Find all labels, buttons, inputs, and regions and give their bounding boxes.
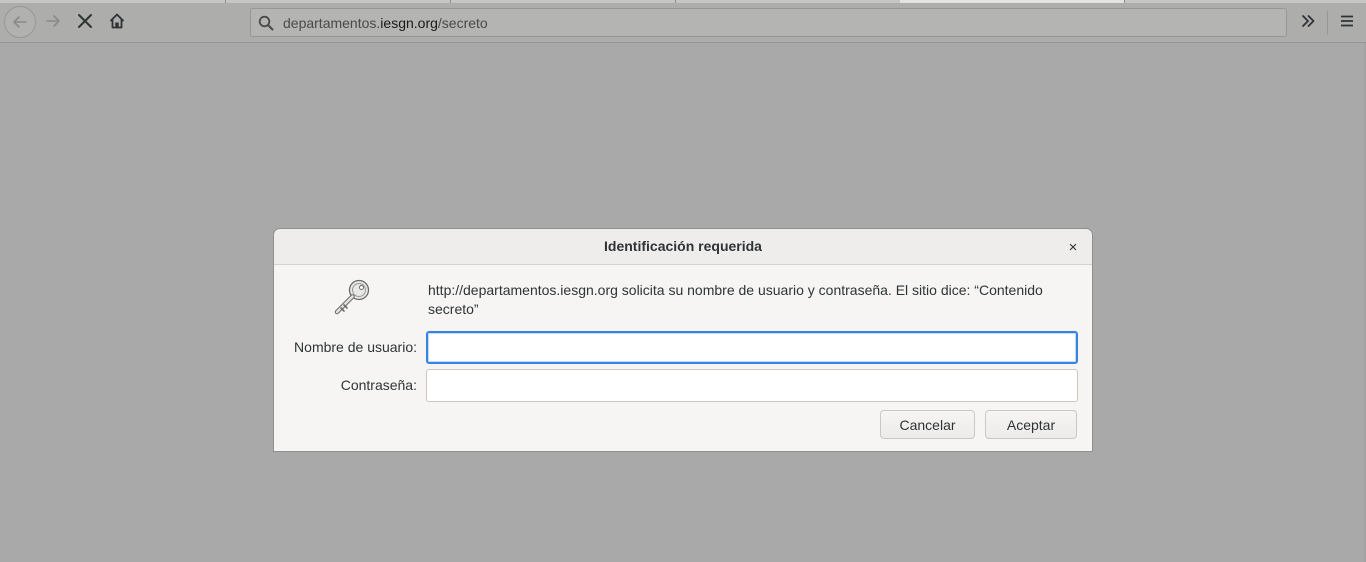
hamburger-menu-icon bbox=[1341, 15, 1353, 27]
toolbar-separator bbox=[1327, 11, 1328, 35]
accept-button[interactable]: Aceptar bbox=[985, 410, 1077, 439]
username-field[interactable] bbox=[426, 331, 1078, 364]
close-icon: × bbox=[1068, 238, 1078, 256]
cancel-button[interactable]: Cancelar bbox=[880, 410, 975, 439]
back-button[interactable] bbox=[4, 6, 36, 38]
url-text: departamentos.iesgn.org/secreto bbox=[281, 15, 488, 31]
dialog-message: http://departamentos.iesgn.org solicita … bbox=[428, 282, 1043, 317]
url-domain: iesgn.org bbox=[380, 14, 438, 31]
home-button[interactable] bbox=[102, 6, 132, 36]
chevron-double-right-icon bbox=[1302, 15, 1315, 27]
back-arrow-icon bbox=[13, 16, 27, 28]
key-icon bbox=[334, 279, 370, 315]
home-icon bbox=[109, 13, 125, 29]
forward-arrow-icon bbox=[46, 15, 60, 27]
forward-button[interactable] bbox=[38, 6, 68, 36]
stop-icon bbox=[78, 14, 92, 28]
search-icon bbox=[251, 9, 281, 36]
browser-toolbar: departamentos.iesgn.org/secreto bbox=[0, 3, 1366, 43]
stop-button[interactable] bbox=[70, 6, 100, 36]
menu-button[interactable] bbox=[1332, 6, 1362, 36]
overflow-button[interactable] bbox=[1293, 6, 1323, 36]
password-field[interactable] bbox=[426, 369, 1078, 402]
auth-dialog: Identificación requerida × http://depart… bbox=[273, 228, 1093, 452]
url-path: /secreto bbox=[437, 14, 488, 31]
password-label: Contraseña: bbox=[340, 377, 417, 393]
dialog-title: Identificación requerida bbox=[604, 238, 762, 254]
close-button[interactable]: × bbox=[1064, 238, 1082, 256]
url-bar[interactable]: departamentos.iesgn.org/secreto bbox=[250, 8, 1287, 37]
dialog-header: Identificación requerida × bbox=[274, 229, 1092, 265]
username-label: Nombre de usuario: bbox=[294, 339, 417, 355]
url-prefix: departamentos. bbox=[283, 14, 381, 31]
